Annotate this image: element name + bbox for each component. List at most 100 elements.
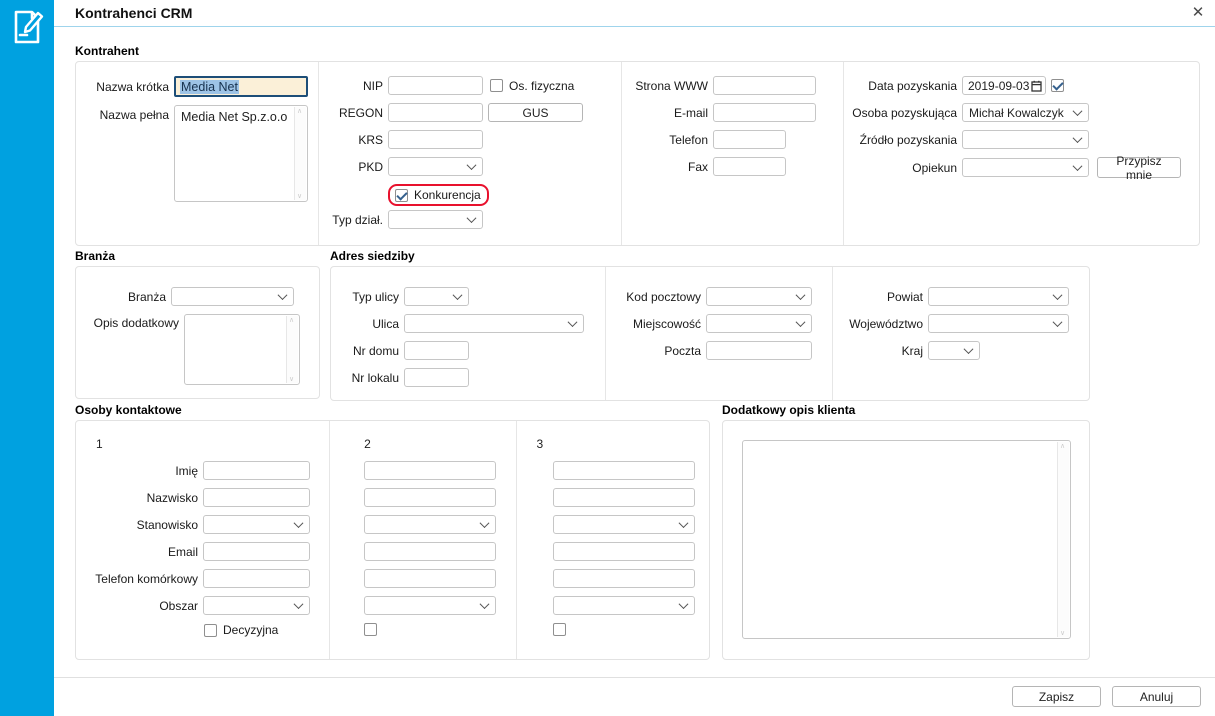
branza-select[interactable] [171,287,294,306]
section-osoby-kontaktowe: Osoby kontaktowe 1 Imię Nazwisko Stanowi… [75,403,710,660]
wojewodztwo-select[interactable] [928,314,1069,333]
email-input[interactable] [713,103,816,122]
obszar-select-1[interactable] [203,596,310,615]
opiekun-select[interactable] [962,158,1089,177]
kod-pocztowy-select[interactable] [706,287,812,306]
decyzyjna-label: Decyzyjna [223,623,279,637]
nazwisko-input-3[interactable] [552,488,695,507]
window-header: Kontrahenci CRM ✕ [54,0,1215,27]
close-icon[interactable]: ✕ [1188,1,1208,23]
data-pozyskania-checkbox[interactable] [1051,79,1064,92]
email-input-1[interactable] [203,542,310,561]
obszar-select-2[interactable] [364,596,497,615]
chevron-down-icon [1072,133,1083,144]
chevron-down-icon [678,518,688,529]
email-input-2[interactable] [364,542,497,561]
typ-dzial-select[interactable] [388,210,483,229]
decyzyjna-checkbox-3[interactable] [552,623,566,636]
nr-domu-label: Nr domu [352,343,399,358]
zrodlo-pozyskania-select[interactable] [962,130,1089,149]
chevron-down-icon [678,599,688,610]
stanowisko-select-3[interactable] [552,515,695,534]
imie-input-1[interactable] [203,461,310,480]
nazwisko-input-2[interactable] [364,488,497,507]
scrollbar[interactable] [294,107,306,200]
nip-input[interactable] [388,76,483,95]
opis-dodatkowy-label: Opis dodatkowy [93,316,179,330]
nip-label: NIP [362,78,383,93]
chevron-down-icon [452,290,463,301]
kontrahenci-crm-window: Kontrahenci CRM ✕ Kontrahent Nazwa krótk… [0,0,1215,716]
pkd-select[interactable] [388,157,483,176]
stanowisko-label: Stanowisko [136,517,198,532]
nazwa-pelna-textarea[interactable]: Media Net Sp.z.o.o [174,105,308,202]
obszar-select-3[interactable] [552,596,695,615]
fax-input[interactable] [713,157,786,176]
decyzyjna-checkbox-2[interactable] [364,623,378,636]
email-label: Email [167,544,198,559]
poczta-label: Poczta [664,343,701,358]
section-adres-siedziby: Adres siedziby Typ ulicy Ulica Nr domu N… [330,249,1090,401]
telefon-komorkowy-input-2[interactable] [364,569,497,588]
dodatkowy-opis-textarea[interactable] [742,440,1071,639]
chevron-down-icon [963,344,974,355]
fax-label: Fax [687,159,708,174]
save-button[interactable]: Zapisz [1012,686,1101,707]
strona-www-label: Strona WWW [635,78,708,93]
telefon-komorkowy-input-3[interactable] [552,569,695,588]
nr-lokalu-input[interactable] [404,368,469,387]
imie-label: Imię [175,463,198,478]
scrollbar[interactable] [286,316,298,383]
opis-dodatkowy-textarea[interactable] [184,314,300,385]
decyzyjna-checkbox-1[interactable] [204,623,217,637]
page-title: Kontrahenci CRM [75,5,193,21]
telefon-komorkowy-input-1[interactable] [203,569,310,588]
nazwa-krotka-label: Nazwa krótka [96,79,169,94]
section-title: Branża [75,249,116,263]
przypisz-mnie-button[interactable]: Przypisz mnie [1097,154,1181,182]
typ-dzial-label: Typ dział. [332,212,383,227]
stanowisko-select-2[interactable] [364,515,497,534]
email-input-3[interactable] [552,542,695,561]
chevron-down-icon [1072,106,1083,117]
nazwisko-input-1[interactable] [203,488,310,507]
krs-input[interactable] [388,130,483,149]
imie-input-3[interactable] [552,461,695,480]
poczta-input[interactable] [706,341,812,360]
typ-ulicy-select[interactable] [404,287,469,306]
chevron-down-icon [479,518,490,529]
powiat-select[interactable] [928,287,1069,306]
edit-note-icon[interactable] [8,7,46,54]
regon-input[interactable] [388,103,483,122]
chevron-down-icon [466,213,477,224]
kraj-select[interactable] [928,341,980,360]
email-label: E-mail [673,105,708,120]
scrollbar[interactable] [1057,442,1069,637]
nazwa-krotka-input[interactable]: Media Net [174,76,308,97]
ulica-select[interactable] [404,314,584,333]
konkurencja-label: Konkurencja [414,188,481,202]
telefon-label: Telefon [669,132,708,147]
imie-input-2[interactable] [364,461,497,480]
chevron-down-icon [277,290,288,301]
chevron-down-icon [293,599,304,610]
os-fizyczna-checkbox[interactable] [490,79,503,92]
typ-ulicy-label: Typ ulicy [352,289,399,304]
chevron-down-icon [1072,161,1083,172]
miejscowosc-select[interactable] [706,314,812,333]
osoba-pozyskujaca-select[interactable]: Michał Kowalczyk [962,103,1089,122]
nazwisko-label: Nazwisko [146,490,198,505]
chevron-down-icon [293,518,304,529]
miejscowosc-label: Miejscowość [632,316,701,331]
obszar-label: Obszar [159,598,198,613]
konkurencja-checkbox[interactable] [395,188,408,202]
nr-domu-input[interactable] [404,341,469,360]
strona-www-input[interactable] [713,76,816,95]
telefon-input[interactable] [713,130,786,149]
pkd-label: PKD [358,159,383,174]
calendar-icon[interactable] [1031,79,1042,97]
gus-button[interactable]: GUS [488,103,583,122]
chevron-down-icon [795,317,806,328]
cancel-button[interactable]: Anuluj [1112,686,1201,707]
stanowisko-select-1[interactable] [203,515,310,534]
